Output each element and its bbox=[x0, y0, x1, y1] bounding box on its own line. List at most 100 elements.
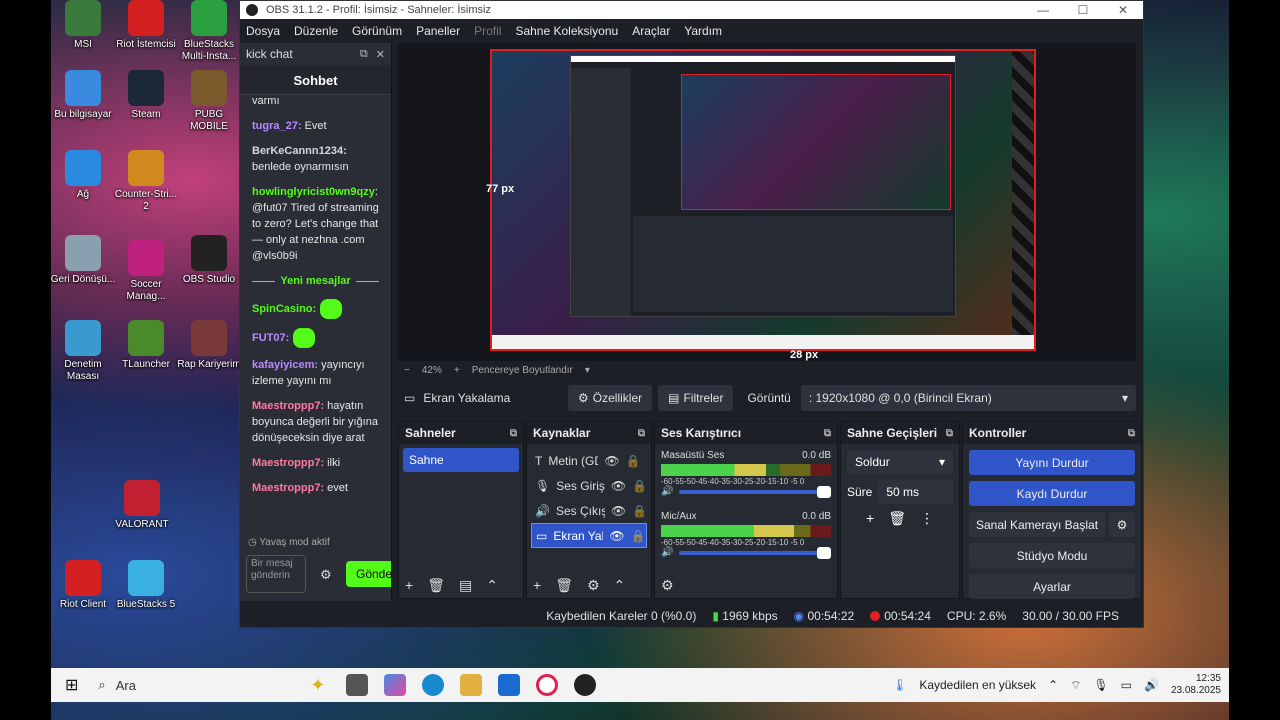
edge-icon[interactable] bbox=[421, 674, 444, 696]
stop-streaming-button[interactable]: Yayını Durdur bbox=[969, 450, 1135, 475]
desktop-icon[interactable]: TLauncher bbox=[113, 320, 179, 371]
slider-handle[interactable] bbox=[817, 546, 831, 559]
wifi-icon[interactable]: ⌔ bbox=[1070, 678, 1081, 693]
lock-icon[interactable]: 🔒 bbox=[632, 479, 647, 493]
filter-icon[interactable]: ▤ bbox=[459, 577, 472, 594]
lock-icon[interactable]: 🔒 bbox=[626, 454, 641, 468]
zoom-in-icon[interactable]: + bbox=[454, 365, 460, 376]
undock-icon[interactable]: ⧉ bbox=[1128, 428, 1135, 439]
microphone-icon[interactable]: 🎙 bbox=[1093, 678, 1108, 692]
fit-dropdown-icon[interactable]: ▾ bbox=[585, 365, 590, 376]
desktop-icon[interactable]: Ağ bbox=[50, 150, 116, 201]
chevron-up-icon[interactable]: ⌃ bbox=[486, 577, 498, 594]
visibility-eye-icon[interactable]: 👁 bbox=[604, 454, 619, 468]
source-item[interactable]: 🎙 Ses Giriş \ 👁 🔒 bbox=[531, 473, 647, 498]
start-icon[interactable]: ⊞ bbox=[65, 675, 78, 695]
undock-icon[interactable]: ⧉ bbox=[946, 428, 953, 439]
copilot-icon[interactable] bbox=[383, 674, 406, 696]
transition-select[interactable]: Soldur ▾ bbox=[847, 450, 953, 474]
add-icon[interactable]: + bbox=[866, 510, 874, 527]
chevron-up-icon[interactable]: ⌃ bbox=[614, 577, 626, 594]
stop-recording-button[interactable]: Kaydı Durdur bbox=[969, 481, 1135, 506]
menu-gorunum[interactable]: Görünüm bbox=[352, 24, 402, 38]
lock-icon[interactable]: 🔒 bbox=[632, 504, 647, 518]
chat-username[interactable]: Maestroppp7: bbox=[252, 400, 324, 412]
maximize-icon[interactable]: ☐ bbox=[1063, 3, 1103, 17]
desktop-icon[interactable]: BlueStacks 5 bbox=[113, 560, 179, 611]
chat-settings-gear-icon[interactable]: ⚙ bbox=[320, 567, 332, 583]
visibility-eye-icon[interactable]: 👁 bbox=[611, 479, 626, 493]
desktop-icon[interactable]: Denetim Masası bbox=[50, 320, 116, 383]
volume-icon[interactable]: 🔊 bbox=[1144, 678, 1159, 692]
mute-speaker-icon[interactable]: 🔊 bbox=[661, 547, 673, 558]
desktop-icon[interactable]: Steam bbox=[113, 70, 179, 121]
studio-mode-button[interactable]: Stüdyo Modu bbox=[969, 543, 1135, 568]
undock-icon[interactable]: ⧉ bbox=[824, 428, 831, 439]
desktop-icon[interactable]: MSI bbox=[50, 0, 116, 51]
display-select[interactable]: : 1920x1080 @ 0,0 (Birincil Ekran) ▾ bbox=[800, 385, 1136, 411]
add-icon[interactable]: + bbox=[405, 577, 413, 594]
fit-to-window[interactable]: Pencereye Boyutlandır bbox=[472, 365, 573, 376]
settings-button[interactable]: Ayarlar bbox=[969, 574, 1135, 599]
notification-text[interactable]: Kaydedilen en yüksek bbox=[919, 678, 1036, 692]
menu-sahne-koleksiyonu[interactable]: Sahne Koleksiyonu bbox=[515, 24, 618, 38]
add-icon[interactable]: + bbox=[533, 577, 541, 594]
desktop-icon[interactable]: Geri Dönüşü... bbox=[50, 235, 116, 286]
minimize-icon[interactable]: — bbox=[1023, 3, 1063, 17]
close-icon[interactable]: ✕ bbox=[1103, 3, 1143, 17]
menu-yardim[interactable]: Yardım bbox=[684, 24, 722, 38]
desktop-icon[interactable]: BlueStacks Multi-Insta... bbox=[176, 0, 242, 63]
more-icon[interactable]: ⋮ bbox=[920, 510, 934, 527]
clock[interactable]: 12:35 23.08.2025 bbox=[1171, 673, 1221, 697]
chat-username[interactable]: howlinglyricist0wn9qzy bbox=[252, 186, 375, 198]
chevron-up-icon[interactable]: ⌃ bbox=[1048, 678, 1058, 692]
chat-username[interactable]: SpinCasino: bbox=[252, 303, 316, 315]
task-view-icon[interactable] bbox=[345, 674, 368, 696]
chat-username[interactable]: tugra_27: bbox=[252, 120, 302, 132]
chat-username[interactable]: kafayiyicem: bbox=[252, 359, 318, 371]
desktop-icon[interactable]: Riot İstemcisi bbox=[113, 0, 179, 51]
properties-button[interactable]: ⚙ Özellikler bbox=[568, 385, 653, 411]
desktop-icon[interactable]: VALORANT bbox=[109, 480, 175, 531]
undock-icon[interactable]: ⧉ bbox=[510, 428, 517, 439]
desktop-icon[interactable]: Rap Kariyerim bbox=[176, 320, 242, 371]
menu-dosya[interactable]: Dosya bbox=[246, 24, 280, 38]
file-explorer-icon[interactable] bbox=[459, 674, 482, 696]
chat-username[interactable]: FUT07: bbox=[252, 332, 289, 344]
chat-username[interactable]: Maestroppp7: bbox=[252, 457, 324, 469]
desktop-icon[interactable]: Soccer Manag... bbox=[113, 240, 179, 303]
taskbar-search[interactable]: ⌕ Ara bbox=[92, 677, 262, 693]
preview-canvas[interactable] bbox=[490, 49, 1036, 351]
desktop-icon[interactable]: Riot Client bbox=[50, 560, 116, 611]
visibility-eye-icon[interactable]: 👁 bbox=[609, 529, 624, 543]
trash-icon[interactable]: 🗑 bbox=[888, 510, 906, 527]
outlook-icon[interactable] bbox=[497, 674, 520, 696]
battery-icon[interactable]: ▭ bbox=[1121, 678, 1132, 692]
menu-paneller[interactable]: Paneller bbox=[416, 24, 460, 38]
source-item[interactable]: T Metin (GD 👁 🔒 bbox=[531, 448, 647, 473]
close-dock-icon[interactable]: ✕ bbox=[376, 48, 385, 61]
undock-icon[interactable]: ⧉ bbox=[360, 48, 368, 61]
opera-icon[interactable] bbox=[535, 674, 558, 696]
trash-icon[interactable]: 🗑 bbox=[427, 577, 445, 594]
start-virtual-camera-button[interactable]: Sanal Kamerayı Başlat bbox=[969, 512, 1105, 537]
zoom-out-icon[interactable]: − bbox=[404, 365, 410, 376]
chat-username[interactable]: Maestroppp7: bbox=[252, 482, 324, 494]
desktop-icon[interactable]: Counter-Stri... 2 bbox=[113, 150, 179, 213]
trash-icon[interactable]: 🗑 bbox=[555, 577, 573, 594]
volume-slider[interactable] bbox=[679, 546, 831, 559]
preview-area[interactable]: 77 px 28 px − 42% + Pencereye Boyutlandı… bbox=[398, 43, 1136, 376]
source-item[interactable]: 🔊 Ses Çıkış \ 👁 🔒 bbox=[531, 498, 647, 523]
volume-slider[interactable] bbox=[679, 485, 831, 498]
scene-item[interactable]: Sahne bbox=[403, 448, 519, 472]
mute-speaker-icon[interactable]: 🔊 bbox=[661, 486, 673, 497]
mixer-settings-icon[interactable]: ⚙ bbox=[661, 577, 674, 594]
chat-username[interactable]: BerKeCannn1234: bbox=[252, 145, 347, 157]
gear-icon[interactable]: ⚙ bbox=[587, 577, 600, 594]
send-button[interactable]: Gönder bbox=[346, 561, 391, 587]
source-item[interactable]: ▭ Ekran Yak 👁 🔒 bbox=[531, 523, 647, 548]
virtual-camera-settings-gear-icon[interactable]: ⚙ bbox=[1109, 512, 1135, 537]
lock-icon[interactable]: 🔒 bbox=[631, 529, 646, 543]
copilot-sparkle-icon[interactable]: ✦ bbox=[310, 675, 325, 696]
filters-button[interactable]: ▤ Filtreler bbox=[658, 385, 734, 411]
